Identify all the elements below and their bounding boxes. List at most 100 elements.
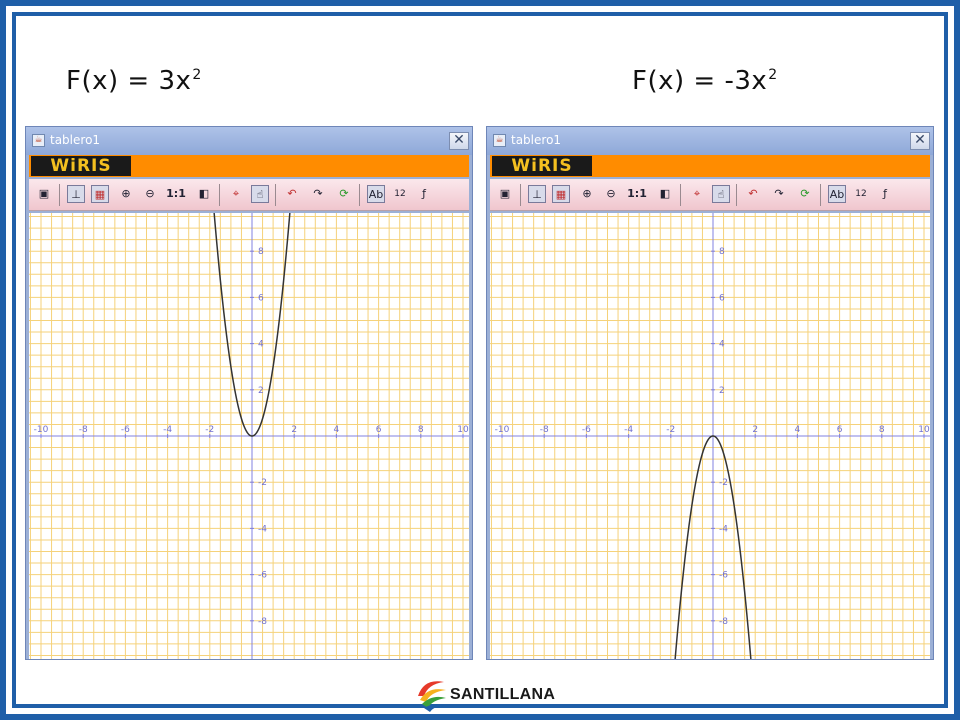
plot-area[interactable]: -10-8-6-4-2246810108642-2-4-6-8-10 [490, 213, 930, 659]
gradient-icon[interactable]: ◧ [195, 185, 213, 203]
x-tick-label: -6 [582, 425, 591, 435]
formula-left-text: F(x) = 3x [66, 66, 192, 96]
y-tick-label: -4 [719, 524, 728, 534]
function-icon[interactable]: ƒ [876, 185, 894, 203]
window-titlebar[interactable]: ☕ tablero1 ✕ [487, 127, 933, 155]
redo-icon[interactable]: ↷ [309, 185, 327, 203]
toolbar-separator [219, 184, 220, 206]
save-icon[interactable]: ▣ [35, 185, 53, 203]
java-app-icon: ☕ [32, 134, 45, 147]
refresh-icon[interactable]: ⟳ [335, 185, 353, 203]
x-tick-label: -10 [495, 425, 510, 435]
santillana-logo: SANTILLANA [414, 676, 556, 712]
x-tick-label: 8 [879, 425, 885, 435]
zoom-out-icon[interactable]: ⊖ [141, 185, 159, 203]
window-title: tablero1 [511, 133, 562, 147]
pointer-hand-icon[interactable]: ☝ [251, 185, 269, 203]
target-icon[interactable]: ⌖ [688, 185, 706, 203]
x-tick-label: -4 [624, 425, 633, 435]
x-tick-label: -8 [79, 425, 88, 435]
toolbar-separator [275, 184, 276, 206]
numbers-button[interactable]: 12 [852, 185, 870, 203]
x-tick-label: -4 [163, 425, 172, 435]
x-tick-label: 4 [795, 425, 801, 435]
label-icon[interactable]: Ab [828, 185, 846, 203]
y-tick-label: -6 [258, 571, 267, 581]
redo-icon[interactable]: ↷ [770, 185, 788, 203]
plot-area[interactable]: -10-8-6-4-2246810108642-2-4-6-8-10 [29, 213, 469, 659]
y-tick-label: 8 [719, 247, 725, 257]
x-tick-label: -2 [205, 425, 214, 435]
toolbar-separator [736, 184, 737, 206]
wiris-banner: WiRIS [29, 155, 469, 177]
plot-canvas[interactable]: -10-8-6-4-2246810108642-2-4-6-8-10 [29, 213, 469, 659]
toolbar-separator [820, 184, 821, 206]
y-tick-label: 4 [258, 340, 264, 350]
y-tick-label: -8 [719, 617, 728, 627]
x-tick-label: 2 [291, 425, 297, 435]
formula-left-exponent: 2 [192, 67, 202, 84]
x-tick-label: 6 [837, 425, 843, 435]
window-titlebar[interactable]: ☕ tablero1 ✕ [26, 127, 472, 155]
toolbar-separator [59, 184, 60, 206]
axes-toggle-icon[interactable]: ⊥ [528, 185, 546, 203]
y-tick-label: 2 [258, 386, 264, 396]
y-tick-label: -6 [719, 571, 728, 581]
function-icon[interactable]: ƒ [415, 185, 433, 203]
formula-right: F(x) = -3x2 [632, 66, 778, 96]
formula-right-exponent: 2 [768, 67, 778, 84]
axes-toggle-icon[interactable]: ⊥ [67, 185, 85, 203]
close-button[interactable]: ✕ [910, 132, 930, 150]
x-tick-label: 8 [418, 425, 424, 435]
x-tick-label: 4 [334, 425, 340, 435]
x-tick-label: -6 [121, 425, 130, 435]
y-tick-label: 8 [258, 247, 264, 257]
numbers-button[interactable]: 12 [391, 185, 409, 203]
y-tick-label: -4 [258, 524, 267, 534]
gradient-icon[interactable]: ◧ [656, 185, 674, 203]
y-tick-label: 4 [719, 340, 725, 350]
toolbar-separator [359, 184, 360, 206]
wiris-logo: WiRIS [31, 156, 131, 176]
zoom-in-icon[interactable]: ⊕ [578, 185, 596, 203]
y-tick-label: -8 [258, 617, 267, 627]
santillana-emblem-icon [418, 681, 446, 712]
toolbar-separator [680, 184, 681, 206]
ratio-button[interactable]: 1:1 [626, 185, 648, 203]
toolbar: ▣ ⊥ ▦ ⊕ ⊖ 1:1 ◧ ⌖ ☝ ↶ ↷ ⟳ Ab 12 ƒ [490, 179, 930, 211]
brand-name: SANTILLANA [450, 686, 556, 703]
undo-icon[interactable]: ↶ [283, 185, 301, 203]
grid-toggle-icon[interactable]: ▦ [91, 185, 109, 203]
y-tick-label: -2 [258, 478, 267, 488]
x-tick-label: 10 [457, 425, 469, 435]
toolbar: ▣ ⊥ ▦ ⊕ ⊖ 1:1 ◧ ⌖ ☝ ↶ ↷ ⟳ Ab 12 ƒ [29, 179, 469, 211]
grid-toggle-icon[interactable]: ▦ [552, 185, 570, 203]
y-tick-label: 6 [258, 293, 264, 303]
plot-canvas[interactable]: -10-8-6-4-2246810108642-2-4-6-8-10 [490, 213, 930, 659]
ratio-button[interactable]: 1:1 [165, 185, 187, 203]
save-icon[interactable]: ▣ [496, 185, 514, 203]
x-tick-label: -10 [34, 425, 49, 435]
refresh-icon[interactable]: ⟳ [796, 185, 814, 203]
graph-window-left[interactable]: ☕ tablero1 ✕ WiRIS ▣ ⊥ ▦ ⊕ ⊖ 1:1 ◧ ⌖ ☝ ↶… [25, 126, 473, 660]
zoom-in-icon[interactable]: ⊕ [117, 185, 135, 203]
x-tick-label: 10 [918, 425, 930, 435]
formula-left: F(x) = 3x2 [66, 66, 202, 96]
zoom-out-icon[interactable]: ⊖ [602, 185, 620, 203]
window-title: tablero1 [50, 133, 101, 147]
y-tick-label: -2 [719, 478, 728, 488]
wiris-logo: WiRIS [492, 156, 592, 176]
wiris-banner: WiRIS [490, 155, 930, 177]
y-tick-label: 6 [719, 293, 725, 303]
x-tick-label: -2 [666, 425, 675, 435]
undo-icon[interactable]: ↶ [744, 185, 762, 203]
graph-window-right[interactable]: ☕ tablero1 ✕ WiRIS ▣ ⊥ ▦ ⊕ ⊖ 1:1 ◧ ⌖ ☝ ↶… [486, 126, 934, 660]
close-button[interactable]: ✕ [449, 132, 469, 150]
x-tick-label: 2 [752, 425, 758, 435]
target-icon[interactable]: ⌖ [227, 185, 245, 203]
x-tick-label: -8 [540, 425, 549, 435]
java-app-icon: ☕ [493, 134, 506, 147]
label-icon[interactable]: Ab [367, 185, 385, 203]
pointer-hand-icon[interactable]: ☝ [712, 185, 730, 203]
formula-right-text: F(x) = -3x [632, 66, 768, 96]
